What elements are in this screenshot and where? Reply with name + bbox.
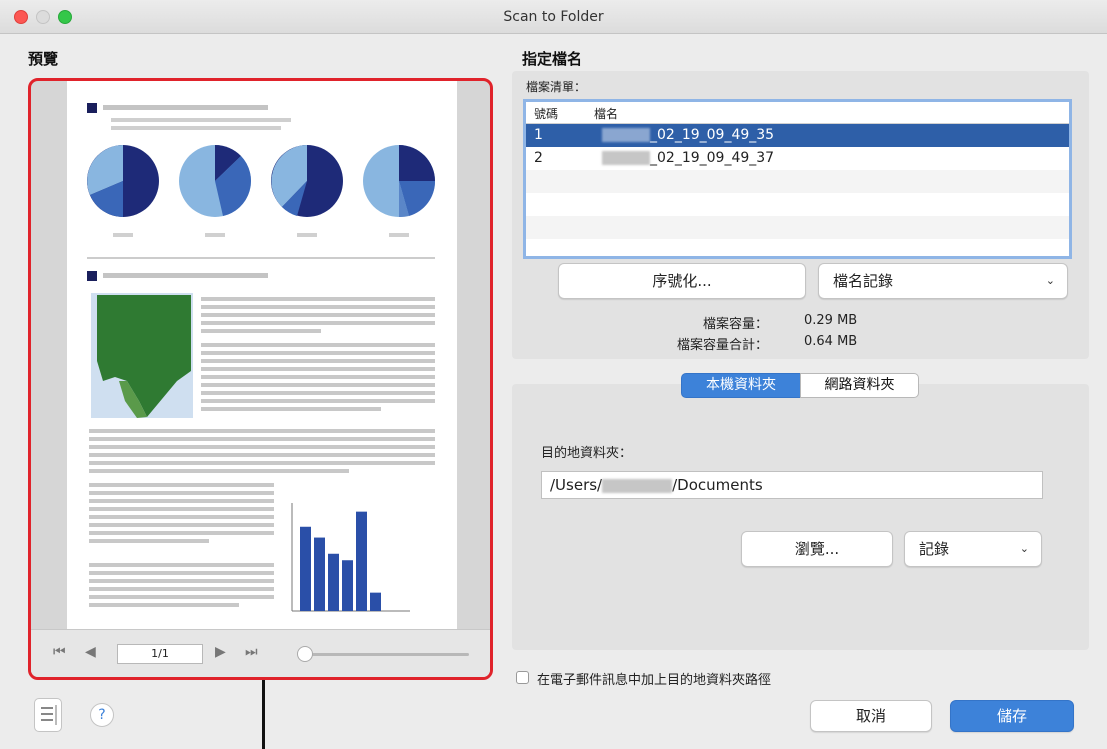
serialize-button[interactable]: 序號化... bbox=[558, 263, 806, 299]
file-naming-label: 指定檔名 bbox=[522, 50, 583, 68]
empty-row bbox=[526, 193, 1069, 216]
preview-page-image bbox=[67, 81, 457, 631]
destination-folder-label: 目的地資料夾： bbox=[541, 446, 633, 461]
path-suffix: /Documents bbox=[672, 476, 763, 494]
previous-page-icon[interactable]: ◀ bbox=[85, 644, 96, 660]
window-title: Scan to Folder bbox=[503, 9, 604, 25]
chevron-down-icon: ⌄ bbox=[1019, 542, 1029, 555]
preview-document-thumbnail bbox=[87, 103, 436, 612]
file-list-table: 號碼 檔名 1 _02_19_09_49_35 2 _02_19_09_49_3… bbox=[523, 99, 1072, 259]
save-button[interactable]: 儲存 bbox=[950, 700, 1074, 732]
redacted-text bbox=[602, 128, 650, 142]
next-page-icon[interactable]: ▶ bbox=[215, 644, 226, 660]
filename-history-value: 檔名記錄 bbox=[833, 272, 894, 290]
empty-row bbox=[526, 216, 1069, 239]
email-path-checkbox[interactable] bbox=[516, 671, 529, 684]
total-size-value: 0.64 MB bbox=[804, 334, 858, 349]
preview-label: 預覽 bbox=[28, 50, 59, 68]
preview-pane: ⏮ ◀ 1/1 ▶ ⏭ bbox=[28, 78, 493, 680]
email-path-label: 在電子郵件訊息中加上目的地資料夾路徑 bbox=[537, 673, 772, 688]
row-number: 2 bbox=[534, 150, 543, 166]
page-number-field[interactable]: 1/1 bbox=[117, 644, 203, 664]
redacted-text bbox=[602, 478, 673, 493]
destination-panel bbox=[512, 384, 1089, 650]
chart-bar bbox=[314, 537, 325, 611]
redacted-text bbox=[602, 151, 650, 165]
title-bar: Scan to Folder bbox=[0, 0, 1107, 34]
scan-to-folder-window: Scan to Folder 預覽 ⏮ ◀ 1/1 ▶ ⏭ 指定檔名 檔案清單：… bbox=[0, 0, 1107, 749]
row-number: 1 bbox=[534, 127, 543, 143]
file-list-row[interactable]: 2 _02_19_09_49_37 bbox=[526, 147, 1069, 170]
row-filename: _02_19_09_49_37 bbox=[602, 150, 774, 166]
column-name-header[interactable]: 檔名 bbox=[594, 105, 618, 122]
browse-button[interactable]: 瀏覽... bbox=[741, 531, 893, 567]
total-size-label: 檔案容量合計： bbox=[676, 338, 768, 353]
empty-row bbox=[526, 170, 1069, 193]
tab-network-folder[interactable]: 網路資料夾 bbox=[800, 373, 919, 398]
destination-history-select[interactable]: 記錄 ⌄ bbox=[904, 531, 1042, 567]
first-page-icon[interactable]: ⏮ bbox=[53, 644, 66, 660]
filename-history-select[interactable]: 檔名記錄 ⌄ bbox=[818, 263, 1068, 299]
chart-bar bbox=[328, 553, 339, 611]
list-lines-graphic bbox=[41, 705, 57, 725]
chart-bar bbox=[370, 592, 381, 611]
file-list-header: 號碼 檔名 bbox=[526, 102, 1069, 124]
file-list-label: 檔案清單： bbox=[526, 80, 587, 94]
column-number-header[interactable]: 號碼 bbox=[534, 105, 558, 122]
tab-local-folder[interactable]: 本機資料夾 bbox=[681, 373, 801, 398]
preview-bar-chart bbox=[291, 503, 410, 612]
preview-navigation-bar: ⏮ ◀ 1/1 ▶ ⏭ bbox=[31, 629, 490, 677]
help-icon[interactable]: ? bbox=[90, 703, 114, 727]
callout-line bbox=[262, 680, 265, 749]
cancel-button[interactable]: 取消 bbox=[810, 700, 932, 732]
destination-path-field[interactable]: /Users/ /Documents bbox=[541, 471, 1043, 499]
chart-bar bbox=[300, 526, 311, 611]
chart-bar bbox=[342, 560, 353, 611]
path-prefix: /Users/ bbox=[550, 476, 603, 494]
zoom-slider-track[interactable] bbox=[303, 653, 469, 656]
chevron-down-icon: ⌄ bbox=[1045, 274, 1055, 287]
chart-bar bbox=[356, 511, 367, 611]
destination-history-value: 記錄 bbox=[919, 540, 950, 558]
file-list-row[interactable]: 1 _02_19_09_49_35 bbox=[526, 124, 1069, 147]
file-size-value: 0.29 MB bbox=[804, 313, 858, 328]
zoom-slider-knob[interactable] bbox=[297, 646, 313, 662]
document-list-icon[interactable] bbox=[34, 698, 62, 732]
file-size-label: 檔案容量： bbox=[702, 317, 768, 332]
last-page-icon[interactable]: ⏭ bbox=[245, 644, 258, 660]
row-filename: _02_19_09_49_35 bbox=[602, 127, 774, 143]
